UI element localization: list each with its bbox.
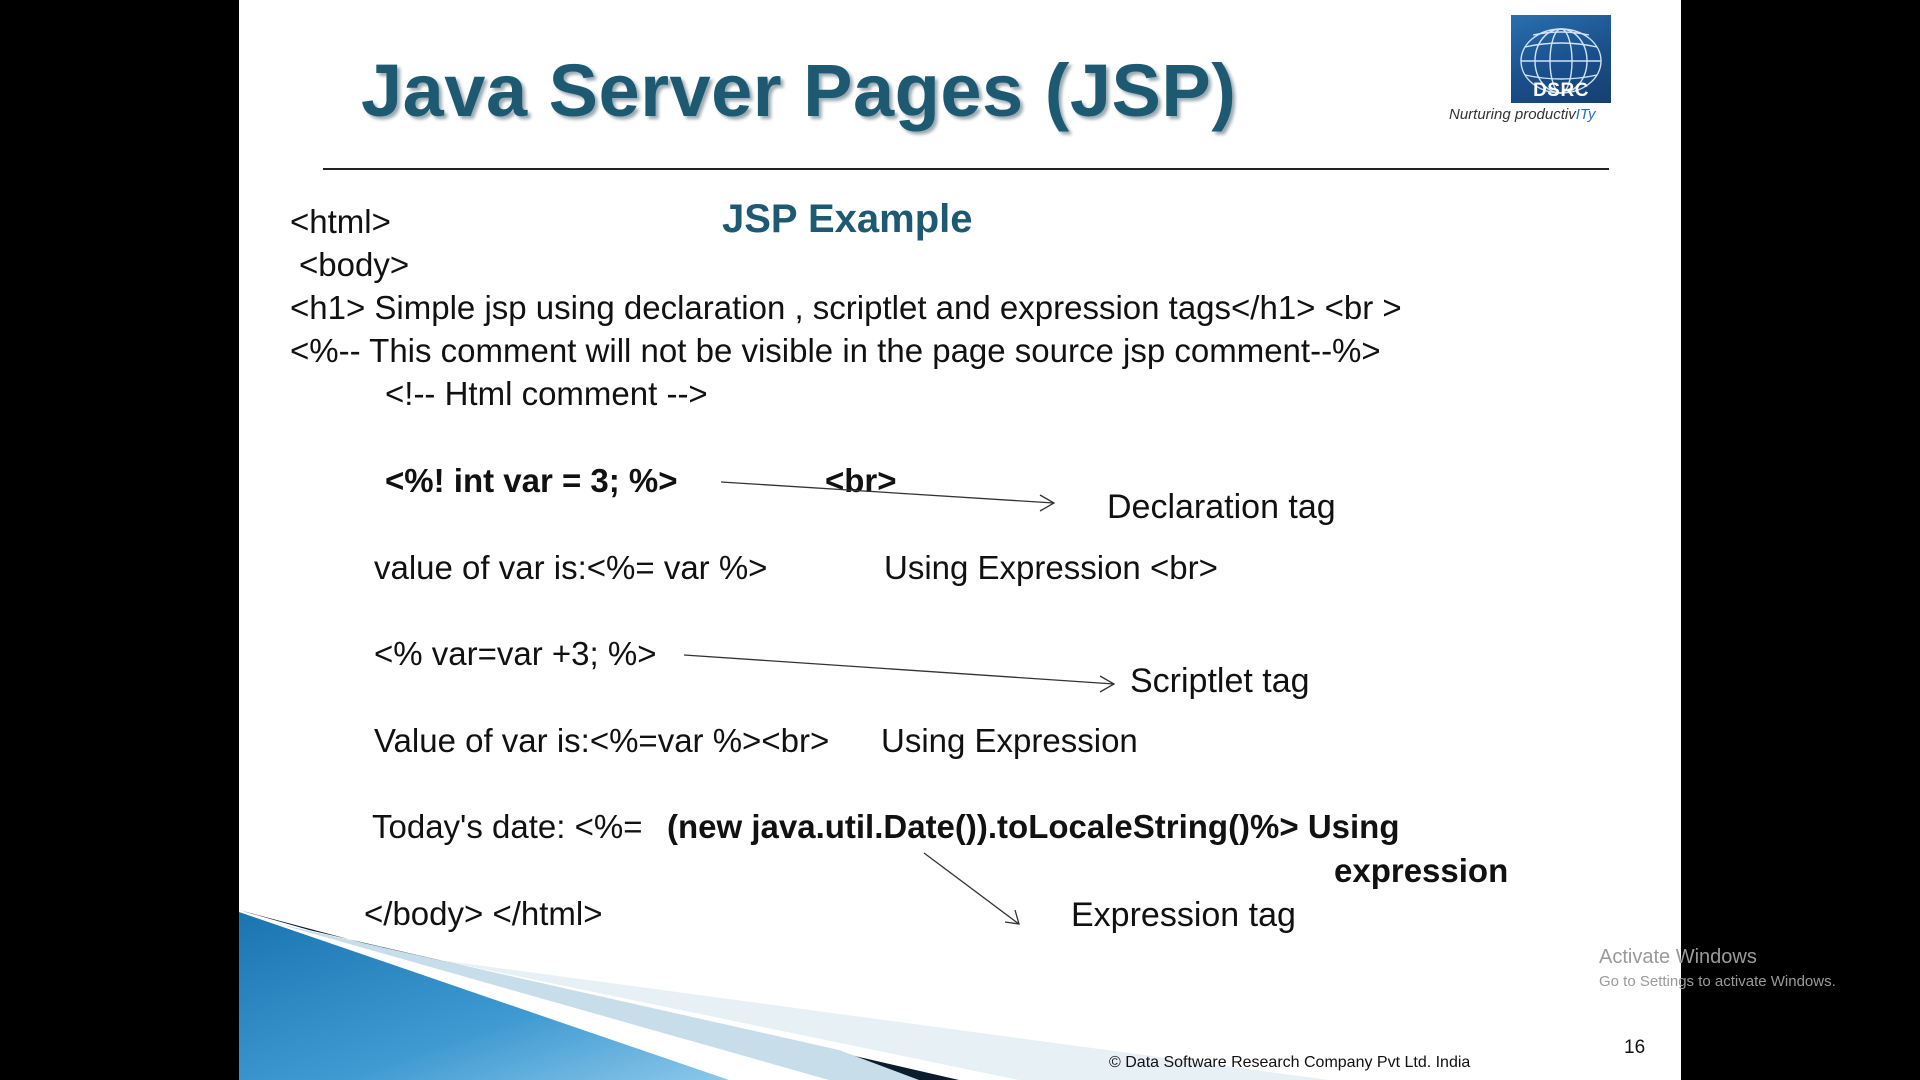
activate-windows-subtitle: Go to Settings to activate Windows. bbox=[1599, 973, 1836, 990]
activate-windows-title: Activate Windows bbox=[1599, 946, 1757, 968]
arrow-scriptlet bbox=[683, 654, 1115, 685]
arrow-declaration bbox=[720, 481, 1055, 504]
presentation-slide: Java Server Pages (JSP) DSRC Nurturing p… bbox=[239, 0, 1681, 1080]
page-number: 16 bbox=[1624, 1037, 1646, 1058]
activate-windows-watermark: Activate Windows Go to Settings to activ… bbox=[1599, 946, 1836, 990]
footer-copyright: © Data Software Research Company Pvt Ltd… bbox=[1109, 1054, 1471, 1071]
corner-decoration bbox=[239, 910, 1329, 1080]
